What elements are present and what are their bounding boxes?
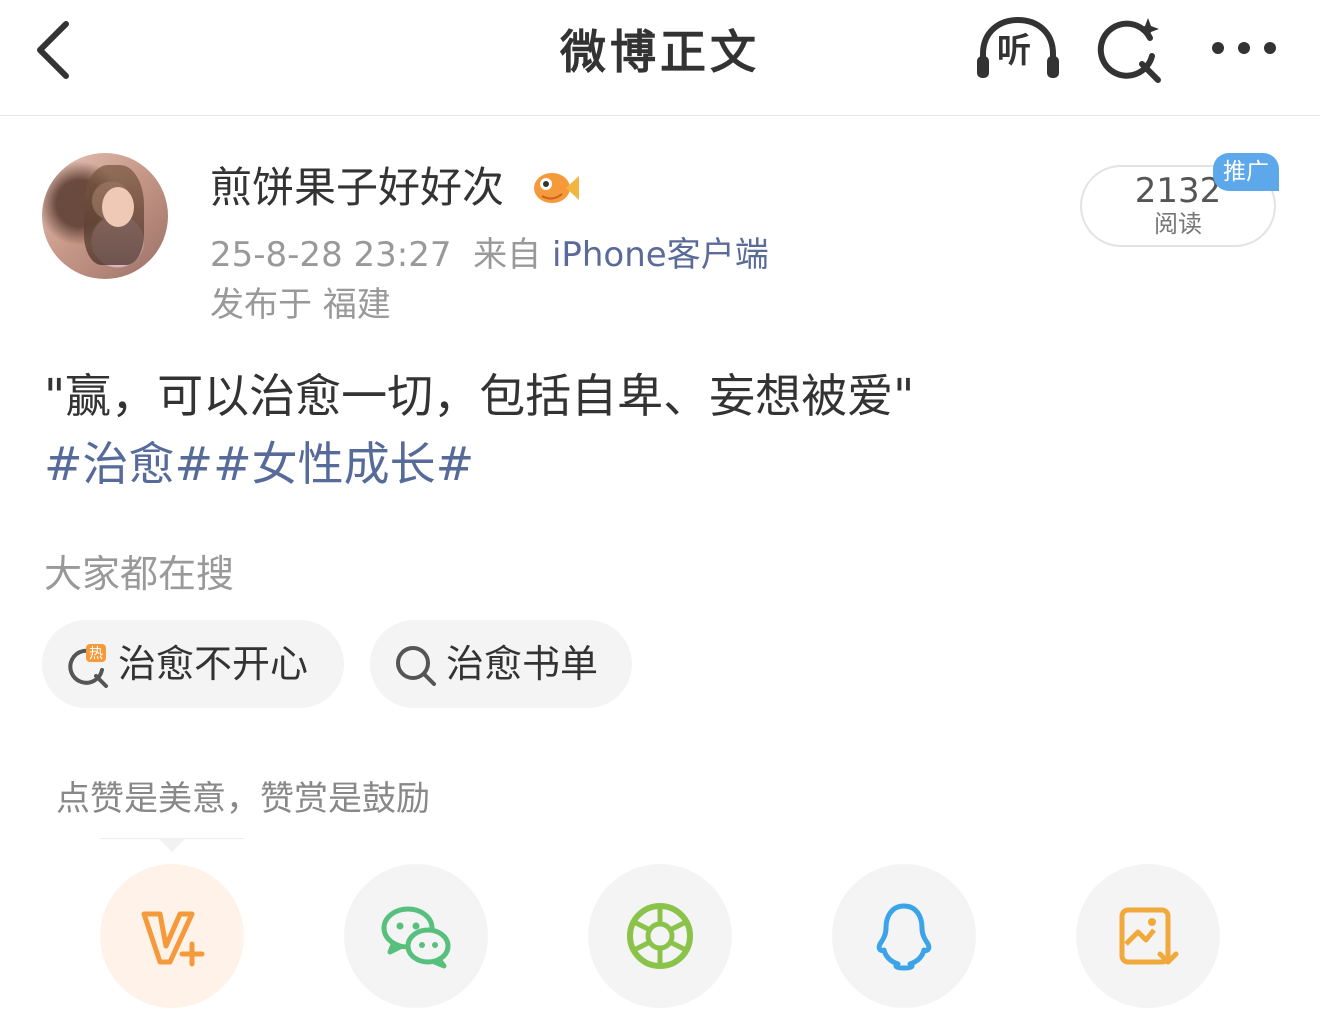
- avatar-face-shape: [102, 187, 134, 227]
- search-chip-label: 治愈书单: [446, 642, 599, 686]
- search-chip[interactable]: 治愈书单: [370, 620, 632, 708]
- search-button[interactable]: [1096, 16, 1166, 84]
- listen-label: 听: [997, 31, 1031, 71]
- moments-icon: [627, 903, 693, 969]
- svg-text:热: 热: [89, 646, 103, 662]
- share-moments-button[interactable]: [588, 864, 732, 1008]
- more-dots-icon: [1212, 42, 1224, 54]
- topic-tag-healing[interactable]: #治愈#: [44, 437, 213, 491]
- search-icon: [396, 646, 436, 686]
- more-dot: [1264, 42, 1276, 54]
- source-prefix: 来自: [473, 235, 542, 275]
- trending-search-title: 大家都在搜: [44, 552, 235, 596]
- wechat-icon: [381, 906, 451, 969]
- back-button[interactable]: [28, 18, 88, 82]
- hint-pointer: [158, 838, 186, 852]
- reward-icon: [141, 911, 205, 967]
- promo-badge[interactable]: 推广: [1213, 153, 1279, 191]
- avatar[interactable]: [42, 153, 168, 279]
- post-text: "赢，可以治愈一切，包括自卑、妄想被爱": [44, 369, 915, 423]
- more-options-button[interactable]: [1208, 38, 1280, 58]
- post-location: 发布于 福建: [210, 285, 391, 325]
- post-source[interactable]: iPhone客户端: [552, 235, 769, 275]
- reward-hint: 点赞是美意，赞赏是鼓励: [56, 779, 430, 819]
- page-title: 微博正文: [560, 25, 760, 79]
- qq-icon: [876, 903, 932, 971]
- search-chip[interactable]: 热 治愈不开心: [42, 620, 344, 708]
- hot-search-icon: 热: [68, 644, 108, 688]
- post-meta: 25-8-28 23:27 来自 iPhone客户端: [210, 232, 769, 278]
- back-arrow-icon: [37, 21, 69, 79]
- author-name[interactable]: 煎饼果子好好次: [210, 160, 504, 216]
- save-image-button[interactable]: [1076, 864, 1220, 1008]
- search-icon: [1097, 18, 1161, 83]
- save-image-icon: [1119, 907, 1179, 965]
- share-qq-button[interactable]: [832, 864, 976, 1008]
- post-tags: #治愈##女性成长#: [44, 432, 474, 496]
- search-chip-label: 治愈不开心: [118, 642, 309, 686]
- listen-button[interactable]: 听: [973, 14, 1063, 86]
- topic-tag-female-growth[interactable]: #女性成长#: [213, 437, 474, 491]
- more-dot: [1238, 42, 1250, 54]
- post-time: 25-8-28 23:27: [210, 235, 452, 275]
- share-wechat-button[interactable]: [344, 864, 488, 1008]
- reads-label: 阅读: [1154, 210, 1202, 238]
- reward-button[interactable]: [100, 864, 244, 1008]
- fish-badge-icon: [532, 166, 580, 210]
